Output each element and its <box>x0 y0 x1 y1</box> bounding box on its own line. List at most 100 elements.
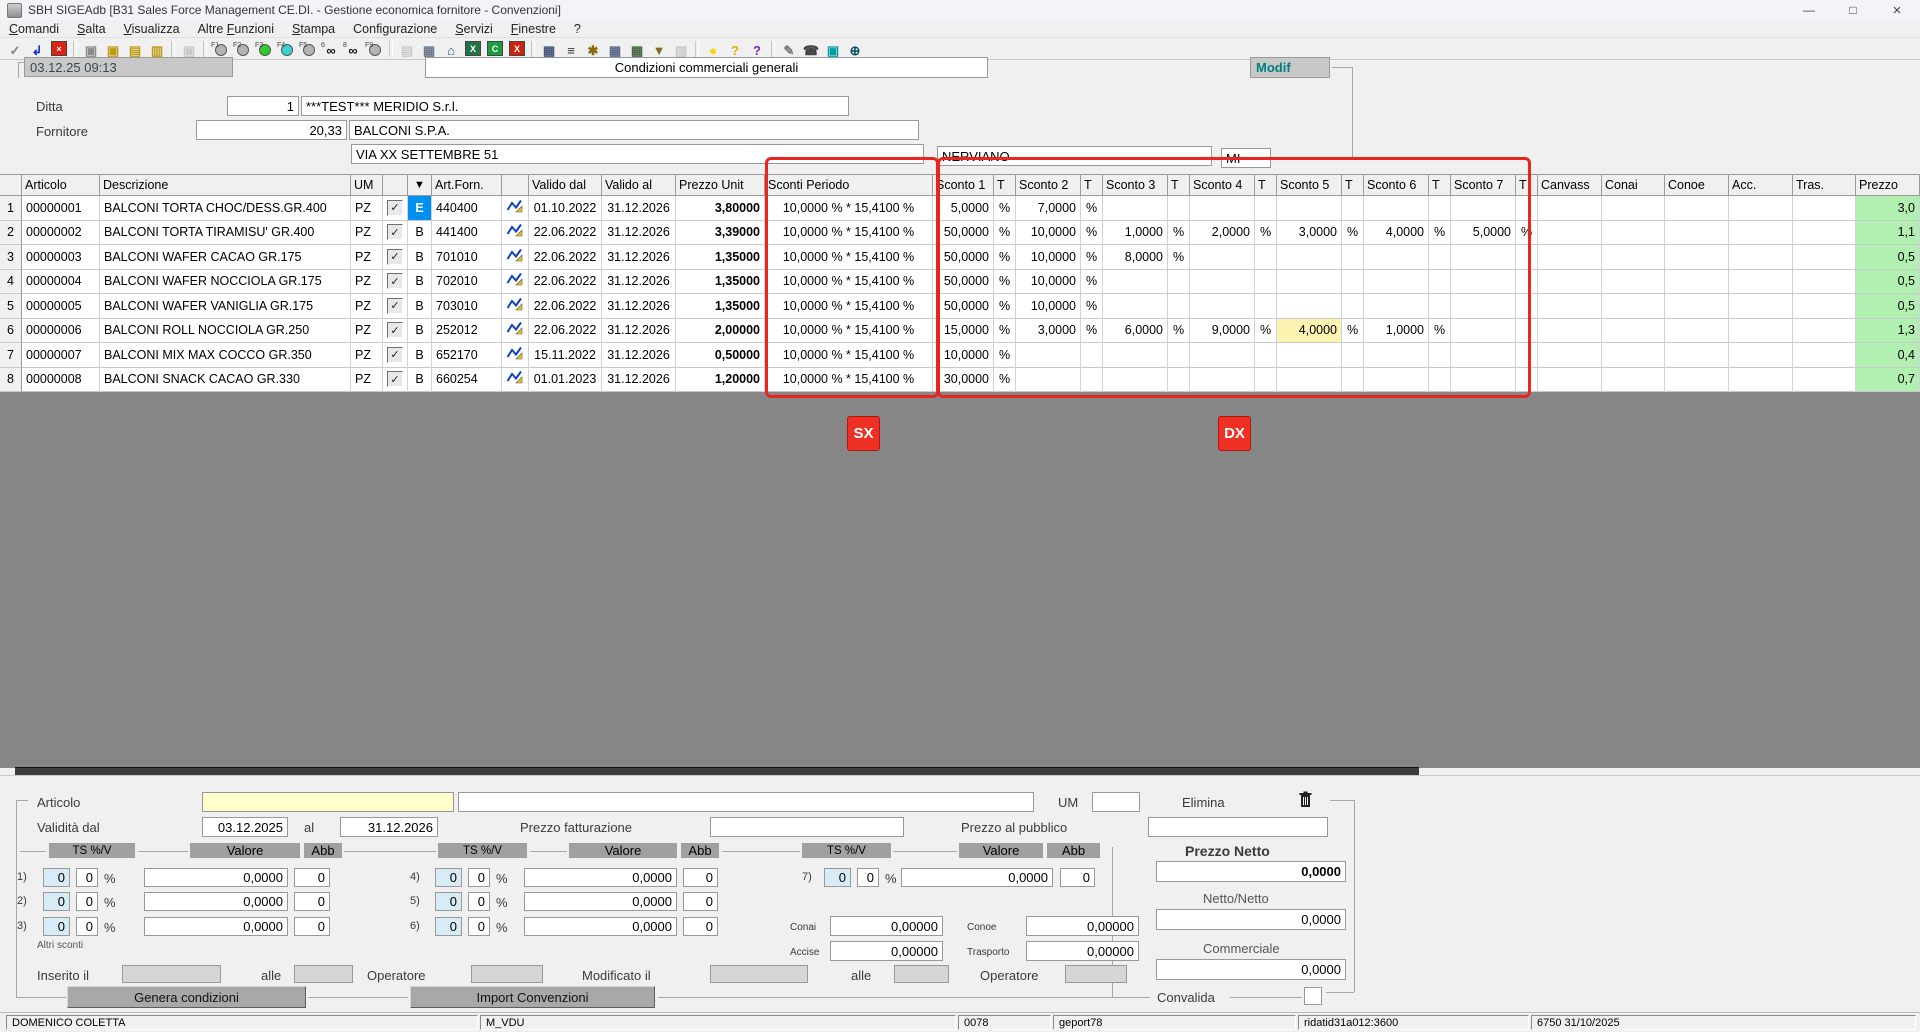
cell-s6[interactable] <box>1364 270 1429 295</box>
ditta-code-field[interactable]: 1 <box>227 96 299 116</box>
menu-item-servizi[interactable]: Servizi <box>446 22 502 36</box>
cell-descrizione[interactable]: BALCONI ROLL NOCCIOLA GR.250 <box>100 319 351 344</box>
clipboard-icon[interactable]: ▧ <box>670 39 692 58</box>
cell-t1[interactable]: % <box>994 319 1016 344</box>
cell-s2[interactable]: 10,0000 <box>1016 294 1081 319</box>
cell-descrizione[interactable]: BALCONI MIX MAX COCCO GR.350 <box>100 343 351 368</box>
price-chart-icon[interactable] <box>506 321 524 339</box>
cell-sconti_periodo[interactable]: 10,0000 % * 15,4100 % <box>765 221 933 246</box>
cell-s2[interactable]: 10,0000 <box>1016 245 1081 270</box>
ditta-name-field[interactable]: ***TEST*** MERIDIO S.r.l. <box>301 96 849 116</box>
cell-valido_al[interactable]: 31.12.2026 <box>602 270 676 295</box>
prezzo-netto-field[interactable]: 0,0000 <box>1156 861 1346 882</box>
cell-t2[interactable]: % <box>1081 245 1103 270</box>
cell-articolo[interactable]: 00000003 <box>22 245 100 270</box>
cell-s3[interactable]: 1,0000 <box>1103 221 1168 246</box>
cell-descrizione[interactable]: BALCONI SNACK CACAO GR.330 <box>100 368 351 393</box>
abb-input[interactable]: 0 <box>294 917 330 936</box>
cell-art_forn[interactable]: 252012 <box>432 319 502 344</box>
valore-input[interactable]: 0,0000 <box>524 917 677 936</box>
menu-item-visualizza[interactable]: Visualizza <box>115 22 189 36</box>
row-checkbox[interactable]: ✓ <box>387 322 403 338</box>
cell-tras[interactable] <box>1793 319 1856 344</box>
cell-articolo[interactable]: 00000006 <box>22 319 100 344</box>
cell-t2[interactable]: % <box>1081 196 1103 221</box>
cell-s3[interactable]: 6,0000 <box>1103 319 1168 344</box>
cell-t4[interactable] <box>1255 245 1277 270</box>
close-x-icon[interactable]: × <box>48 39 70 58</box>
price-chart-icon[interactable] <box>506 199 524 217</box>
cell-sconti_periodo[interactable]: 10,0000 % * 15,4100 % <box>765 368 933 393</box>
abb-input[interactable]: 0 <box>683 917 718 936</box>
price-chart-icon[interactable] <box>506 223 524 241</box>
cell-flag[interactable]: B <box>408 343 432 368</box>
horizontal-splitter[interactable] <box>15 767 1419 775</box>
cell-um[interactable]: PZ <box>351 245 383 270</box>
cell-s7[interactable] <box>1451 343 1516 368</box>
cell-chk[interactable]: ✓ <box>383 245 408 270</box>
cell-t2[interactable]: % <box>1081 294 1103 319</box>
f4-ball-icon[interactable]: F4 <box>276 39 298 58</box>
binoculars-next-icon[interactable]: ∞8 <box>342 39 364 58</box>
cell-t5[interactable]: % <box>1342 221 1364 246</box>
cell-flag[interactable]: B <box>408 245 432 270</box>
print-preview-icon[interactable]: ▦ <box>418 39 440 58</box>
cell-conoe[interactable] <box>1665 294 1729 319</box>
cell-conoe[interactable] <box>1665 245 1729 270</box>
cell-valido_al[interactable]: 31.12.2026 <box>602 294 676 319</box>
cell-chart[interactable] <box>502 343 529 368</box>
cell-s2[interactable] <box>1016 368 1081 393</box>
cell-t2[interactable]: % <box>1081 221 1103 246</box>
menu-item-stampa[interactable]: Stampa <box>283 22 344 36</box>
cell-canvass[interactable] <box>1538 196 1602 221</box>
cell-n[interactable]: 5 <box>0 294 22 319</box>
cell-chart[interactable] <box>502 245 529 270</box>
cell-articolo[interactable]: 00000004 <box>22 270 100 295</box>
row-checkbox[interactable]: ✓ <box>387 200 403 216</box>
enter-save-icon[interactable]: ↲ <box>26 39 48 58</box>
cell-t4[interactable]: % <box>1255 319 1277 344</box>
cell-s3[interactable] <box>1103 270 1168 295</box>
cell-flag[interactable]: E <box>408 196 432 221</box>
abb-input[interactable]: 0 <box>1060 868 1095 887</box>
cell-chk[interactable]: ✓ <box>383 343 408 368</box>
cell-art_forn[interactable]: 703010 <box>432 294 502 319</box>
valore-input[interactable]: 0,0000 <box>524 868 677 887</box>
cell-sconti_periodo[interactable]: 10,0000 % * 15,4100 % <box>765 245 933 270</box>
cell-valido_dal[interactable]: 22.06.2022 <box>529 294 602 319</box>
validita-dal-input[interactable]: 03.12.2025 <box>202 817 288 837</box>
about-icon[interactable]: ? <box>746 39 768 58</box>
trash-icon[interactable] <box>1298 791 1313 813</box>
cell-s3[interactable] <box>1103 343 1168 368</box>
cell-s6[interactable] <box>1364 368 1429 393</box>
f5-ball-icon[interactable]: F5 <box>298 39 320 58</box>
cell-art_forn[interactable]: 652170 <box>432 343 502 368</box>
cell-prezzo_unit[interactable]: 1,35000 <box>676 294 765 319</box>
cell-t5[interactable] <box>1342 196 1364 221</box>
cell-t1[interactable]: % <box>994 221 1016 246</box>
cell-s4[interactable] <box>1190 368 1255 393</box>
cell-acc[interactable] <box>1729 294 1793 319</box>
cell-t4[interactable] <box>1255 270 1277 295</box>
valore-input[interactable]: 0,0000 <box>524 892 677 911</box>
cell-tras[interactable] <box>1793 196 1856 221</box>
price-chart-icon[interactable] <box>506 272 524 290</box>
cell-t2[interactable]: % <box>1081 319 1103 344</box>
prezzo-fatturazione-input[interactable] <box>710 817 904 837</box>
pv-input[interactable]: 0 <box>468 868 490 887</box>
commerciale-field[interactable]: 0,0000 <box>1156 959 1346 980</box>
fornitore-code-field[interactable]: 20,33 <box>196 120 347 140</box>
abb-input[interactable]: 0 <box>683 868 718 887</box>
cell-acc[interactable] <box>1729 270 1793 295</box>
cell-um[interactable]: PZ <box>351 368 383 393</box>
cell-flag[interactable]: B <box>408 294 432 319</box>
cell-n[interactable]: 1 <box>0 196 22 221</box>
cell-t2[interactable] <box>1081 343 1103 368</box>
cell-s6[interactable]: 4,0000 <box>1364 221 1429 246</box>
cell-t5[interactable] <box>1342 343 1364 368</box>
province-field[interactable]: MI <box>1221 148 1271 168</box>
cell-chk[interactable]: ✓ <box>383 221 408 246</box>
cell-chart[interactable] <box>502 294 529 319</box>
cell-prezzo[interactable]: 0,5 <box>1856 270 1920 295</box>
cell-t6[interactable] <box>1429 294 1451 319</box>
